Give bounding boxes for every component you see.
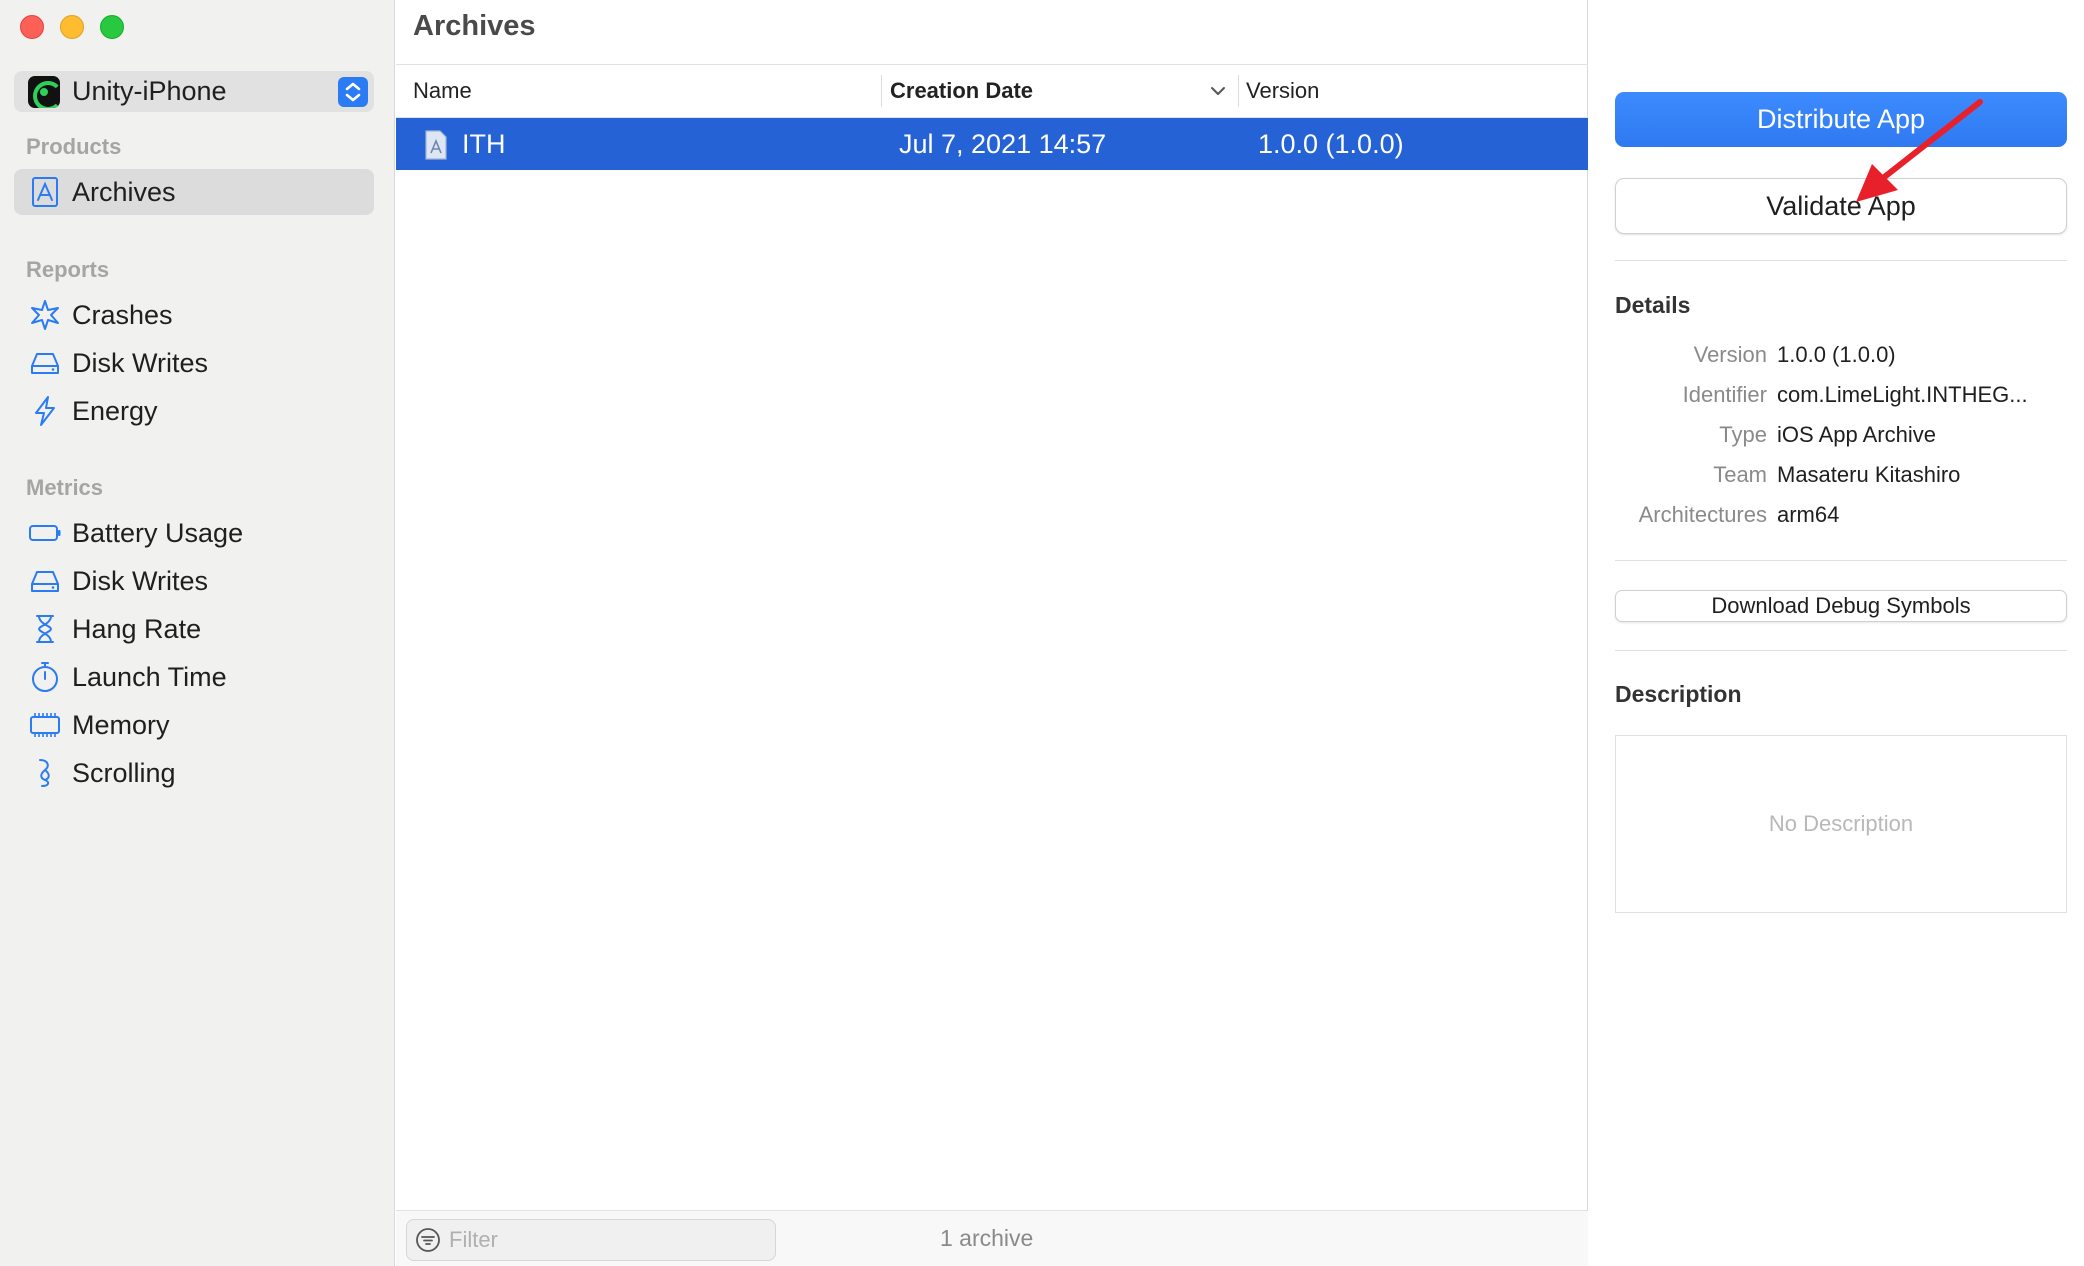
detail-row-type: Type iOS App Archive: [1615, 414, 2067, 454]
sidebar-item-label: Launch Time: [72, 661, 227, 692]
details-title: Details: [1615, 292, 1691, 318]
detail-key: Architectures: [1638, 502, 1767, 527]
sidebar-item-memory[interactable]: Memory: [14, 702, 374, 748]
table-header: Name Creation Date Version: [396, 64, 1588, 118]
column-header-version[interactable]: Version: [1246, 65, 1319, 117]
row-version: 1.0.0 (1.0.0): [1258, 128, 1404, 159]
sidebar-item-label: Battery Usage: [72, 517, 244, 548]
window-controls: [20, 15, 124, 39]
description-placeholder: No Description: [1768, 811, 1914, 836]
battery-icon: [29, 525, 61, 541]
sidebar-item-label: Crashes: [72, 299, 173, 330]
detail-value: com.LimeLight.INTHEG...: [1777, 382, 2028, 407]
filter-input[interactable]: [449, 1227, 749, 1253]
table-row[interactable]: ITH Jul 7, 2021 14:57 1.0.0 (1.0.0): [396, 118, 1588, 170]
description-title: Description: [1615, 681, 1742, 707]
sidebar-item-label: Energy: [72, 395, 158, 426]
divider: [1615, 260, 2067, 261]
column-separator[interactable]: [881, 75, 882, 107]
minimize-window-button[interactable]: [60, 15, 84, 39]
filter-field[interactable]: [406, 1219, 776, 1261]
archive-file-icon: [425, 130, 447, 160]
scroll-icon: [39, 759, 50, 787]
sidebar-item-scrolling[interactable]: Scrolling: [14, 750, 374, 796]
detail-key: Team: [1713, 462, 1767, 487]
sidebar-item-hang-rate[interactable]: Hang Rate: [14, 606, 374, 652]
filter-icon: [416, 1228, 440, 1252]
organizer-window: Unity-iPhone Products Archives Reports C…: [0, 0, 2084, 1266]
archive-count: 1 archive: [940, 1225, 1034, 1251]
list-footer: 1 archive: [396, 1210, 1588, 1266]
zoom-window-button[interactable]: [100, 15, 124, 39]
metrics-section-title: Metrics: [26, 475, 104, 500]
detail-key: Identifier: [1682, 382, 1767, 407]
sort-descending-icon[interactable]: [1206, 79, 1230, 103]
download-debug-symbols-button[interactable]: Download Debug Symbols: [1615, 590, 2067, 622]
crash-icon: [31, 300, 59, 330]
reports-section-title: Reports: [26, 257, 110, 282]
scheme-selector[interactable]: Unity-iPhone: [14, 71, 374, 112]
detail-value: Masateru Kitashiro: [1777, 462, 1961, 487]
description-box[interactable]: No Description: [1615, 735, 2067, 913]
row-name: ITH: [462, 128, 506, 159]
column-header-creation-date[interactable]: Creation Date: [890, 65, 1033, 117]
sidebar-item-label: Memory: [72, 709, 170, 740]
sidebar-item-archives[interactable]: Archives: [14, 169, 374, 215]
validate-app-button[interactable]: Validate App: [1615, 178, 2067, 234]
column-header-name[interactable]: Name: [413, 65, 472, 117]
unity-app-icon: [28, 75, 60, 108]
sidebar-item-label: Disk Writes: [72, 347, 209, 378]
memory-chip-icon: [30, 713, 60, 737]
detail-row-identifier: Identifier com.LimeLight.INTHEG...: [1615, 374, 2067, 414]
hourglass-icon: [36, 615, 54, 643]
page-title: Archives: [413, 10, 536, 42]
detail-key: Version: [1693, 342, 1767, 367]
divider: [1615, 650, 2067, 651]
scheme-stepper-icon[interactable]: [338, 77, 368, 107]
sidebar-item-label: Disk Writes: [72, 565, 209, 596]
row-creation-date: Jul 7, 2021 14:57: [899, 128, 1107, 159]
detail-value: iOS App Archive: [1777, 422, 1936, 447]
detail-row-team: Team Masateru Kitashiro: [1615, 454, 2067, 494]
divider: [1615, 560, 2067, 561]
sidebar-item-label: Scrolling: [72, 757, 176, 788]
column-separator[interactable]: [1238, 75, 1239, 107]
sidebar-item-disk-writes-metric[interactable]: Disk Writes: [14, 558, 374, 604]
sidebar-item-energy[interactable]: Energy: [14, 388, 374, 434]
sidebar: Unity-iPhone Products Archives Reports C…: [0, 0, 395, 1266]
sidebar-item-disk-writes[interactable]: Disk Writes: [14, 340, 374, 386]
detail-value: 1.0.0 (1.0.0): [1777, 342, 1896, 367]
disk-icon: [31, 353, 59, 374]
inspector-pane: Distribute App Validate App Details Vers…: [1589, 0, 2084, 1266]
disk-icon: [31, 571, 59, 592]
detail-value: arm64: [1777, 502, 1840, 527]
scheme-label: Unity-iPhone: [72, 76, 227, 106]
sidebar-item-crashes[interactable]: Crashes: [14, 292, 374, 338]
detail-key: Type: [1719, 422, 1767, 447]
archives-list-pane: Archives Name Creation Date Version ITH …: [396, 0, 1588, 1266]
bolt-icon: [35, 396, 55, 426]
distribute-app-button[interactable]: Distribute App: [1615, 92, 2067, 147]
sidebar-item-label: Archives: [72, 176, 176, 207]
detail-row-version: Version 1.0.0 (1.0.0): [1615, 334, 2067, 374]
sidebar-item-launch-time[interactable]: Launch Time: [14, 654, 374, 700]
close-window-button[interactable]: [20, 15, 44, 39]
sidebar-item-battery-usage[interactable]: Battery Usage: [14, 510, 374, 556]
products-section-title: Products: [26, 134, 122, 159]
detail-row-architectures: Architectures arm64: [1615, 494, 2067, 534]
archive-icon: [32, 177, 58, 207]
sidebar-item-label: Hang Rate: [72, 613, 202, 644]
stopwatch-icon: [32, 662, 58, 692]
